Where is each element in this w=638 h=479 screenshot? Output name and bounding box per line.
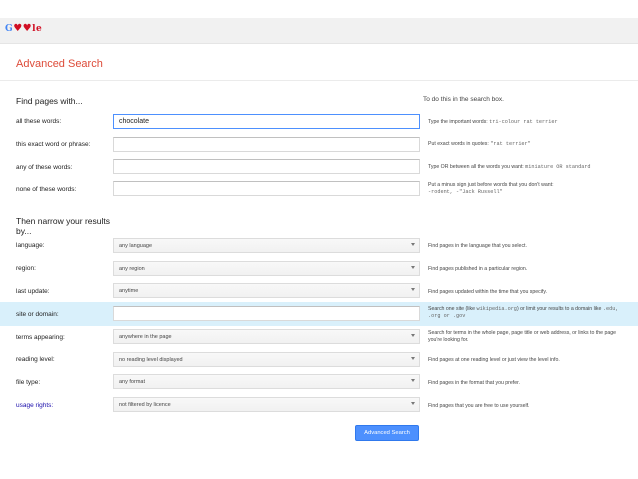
chevron-down-icon	[411, 288, 415, 291]
any-words-help: Type OR between all the words you want: …	[428, 164, 591, 170]
exact-phrase-input[interactable]	[113, 137, 420, 152]
language-label: language:	[16, 242, 45, 249]
site-domain-input[interactable]	[113, 306, 420, 321]
file-type-help: Find pages in the format that you prefer…	[428, 380, 520, 386]
chevron-down-icon	[411, 243, 415, 246]
language-select[interactable]: any language	[113, 238, 420, 253]
narrow-heading: Then narrow your results by...	[16, 216, 111, 236]
chevron-down-icon	[411, 334, 415, 337]
top-bar: G♥♥le	[0, 18, 638, 44]
page-title: Advanced Search	[16, 58, 103, 70]
file-type-select[interactable]: any format	[113, 374, 420, 389]
chevron-down-icon	[411, 357, 415, 360]
all-words-help: Type the important words: tri-colour rat…	[428, 119, 558, 125]
any-words-input[interactable]	[113, 159, 420, 174]
advanced-search-button[interactable]: Advanced Search	[355, 425, 419, 441]
reading-level-help: Find pages at one reading level or just …	[428, 357, 560, 363]
none-words-help: Put a minus sign just before words that …	[428, 182, 554, 195]
logo-tail: le	[32, 24, 43, 34]
reading-level-select[interactable]: no reading level displayed	[113, 352, 420, 367]
last-update-help: Find pages updated within the time that …	[428, 289, 547, 295]
language-help: Find pages in the language that you sele…	[428, 243, 527, 249]
last-update-select[interactable]: anytime	[113, 283, 420, 298]
usage-rights-link[interactable]: usage rights:	[16, 402, 53, 409]
reading-level-label: reading level:	[16, 356, 55, 363]
todo-heading: To do this in the search box.	[423, 96, 504, 103]
last-update-label: last update:	[16, 288, 50, 295]
region-label: region:	[16, 265, 36, 272]
all-words-input[interactable]: chocolate	[113, 114, 420, 129]
chevron-down-icon	[411, 266, 415, 269]
none-words-input[interactable]	[113, 181, 420, 196]
usage-rights-select[interactable]: not filtered by licence	[113, 397, 420, 412]
terms-appearing-label: terms appearing:	[16, 334, 65, 341]
region-select[interactable]: any region	[113, 261, 420, 276]
chevron-down-icon	[411, 402, 415, 405]
region-help: Find pages published in a particular reg…	[428, 266, 528, 272]
chevron-down-icon	[411, 379, 415, 382]
exact-phrase-help: Put exact words in quotes: "rat terrier"	[428, 141, 531, 147]
find-heading: Find pages with...	[16, 96, 83, 106]
site-domain-help: Search one site (like wikipedia.org) or …	[428, 306, 619, 319]
terms-appearing-select[interactable]: anywhere in the page	[113, 329, 420, 344]
file-type-label: file type:	[16, 379, 41, 386]
logo-hearts: ♥♥	[13, 23, 33, 34]
terms-appearing-help: Search for terms in the whole page, page…	[428, 330, 617, 343]
site-domain-label: site or domain:	[16, 311, 59, 318]
exact-phrase-label: this exact word or phrase:	[16, 141, 91, 148]
divider	[0, 80, 638, 81]
usage-rights-help: Find pages that you are free to use your…	[428, 403, 530, 409]
all-words-label: all these words:	[16, 118, 62, 125]
any-words-label: any of these words:	[16, 164, 73, 171]
logo[interactable]: G♥♥le	[5, 23, 42, 34]
none-words-label: none of these words:	[16, 186, 77, 193]
logo-letter: G	[5, 24, 14, 34]
